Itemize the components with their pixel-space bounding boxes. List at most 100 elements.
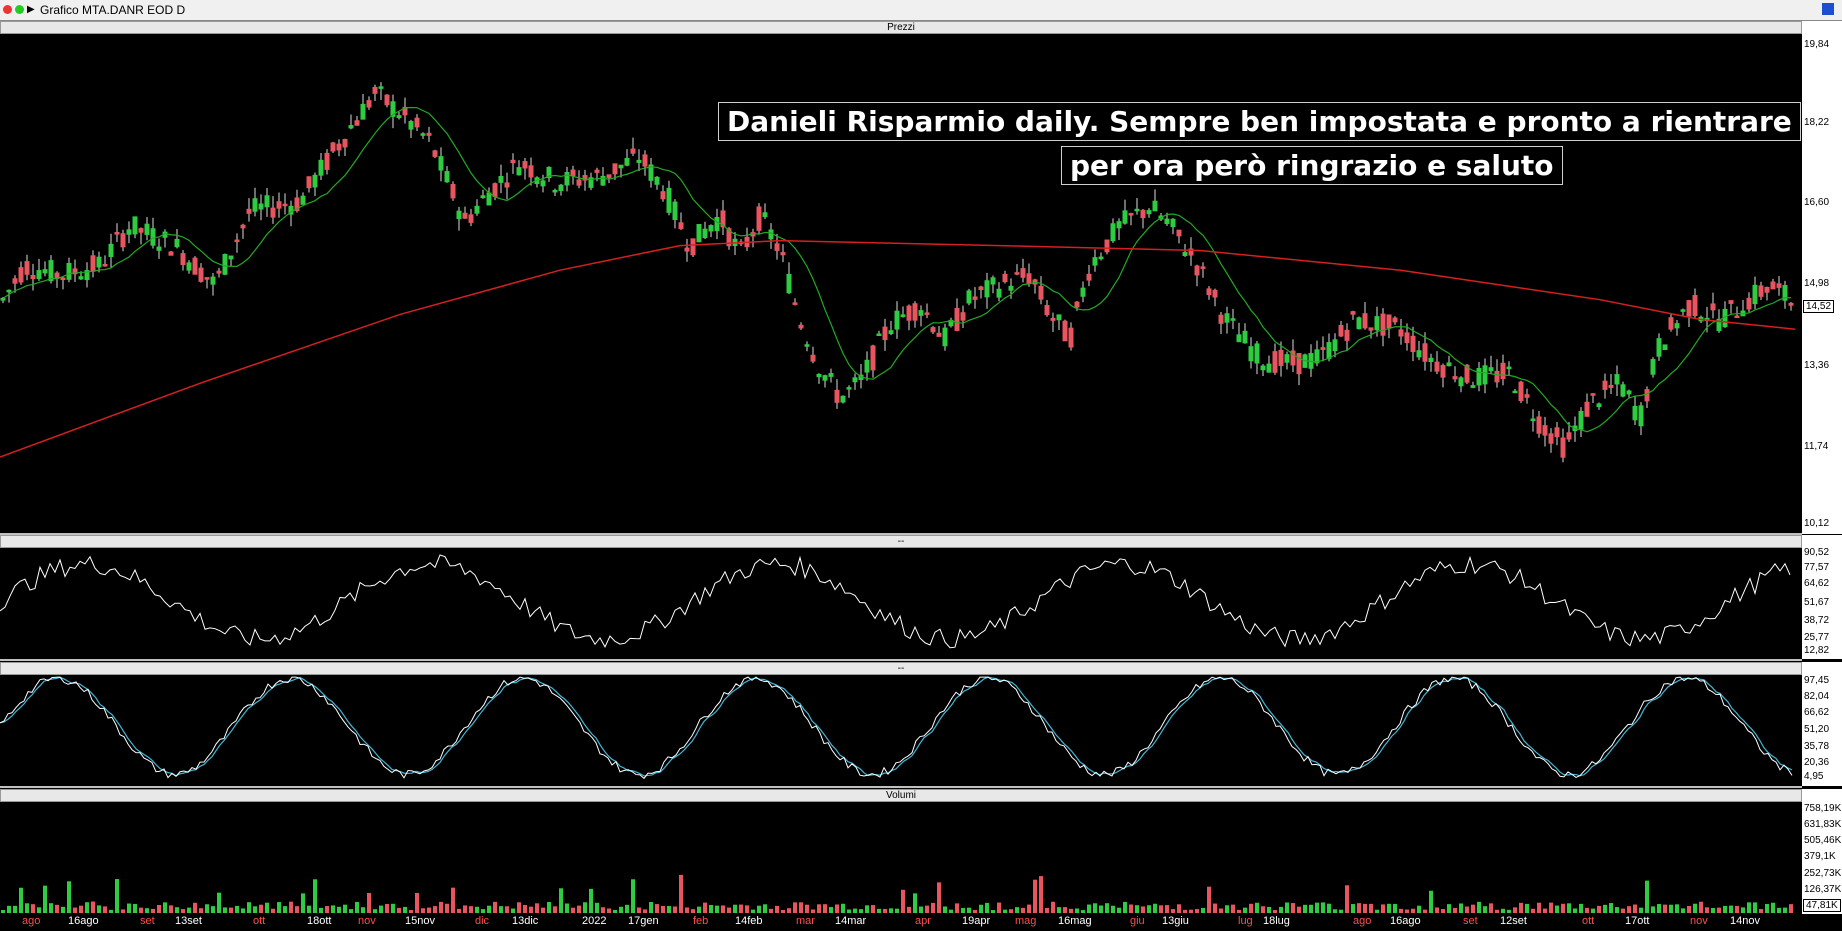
volume-bar [277,902,281,913]
volume-bar [1579,903,1583,913]
volume-bar [1771,902,1775,913]
candle-body [1590,393,1596,396]
oscillator-axis: 90,52 77,57 64,62 51,67 38,72 25,77 12,82 [1802,535,1842,659]
axis-tick-label: 631,83K [1804,819,1842,830]
candle-body [624,158,630,166]
volume-bar [421,908,425,913]
axis-tick-label: 16,60 [1804,197,1830,208]
volume-bar [829,907,833,913]
candle-body [768,229,774,240]
volume-bar [1711,907,1715,913]
candle-body [408,121,414,130]
candle-body [540,180,546,187]
volume-bar [1153,903,1157,913]
candle-body [210,276,216,285]
volume-bar [691,909,695,913]
candle-body [132,216,138,235]
volume-bar [1465,906,1469,913]
volume-bar [1609,903,1613,913]
candle-body [1146,210,1152,215]
annotation-line-2[interactable]: per ora però ringrazio e saluto [1061,146,1563,185]
volume-bar [1189,909,1193,913]
candle-body [1422,343,1428,362]
axis-tick-label: 10,12 [1804,518,1830,529]
volume-bar [1567,903,1571,913]
candle-body [1692,295,1698,317]
volume-bar [181,909,185,913]
volume-bar [1765,903,1769,913]
volume-bar [31,904,35,913]
annotation-line-1[interactable]: Danieli Risparmio daily. Sempre ben impo… [718,102,1801,141]
candle-body [456,210,462,220]
volume-bar [739,904,743,913]
candle-body [1092,257,1098,266]
axis-tick-label: 51,20 [1804,724,1830,735]
axis-tick-label: 77,57 [1804,562,1830,573]
candle-body [804,344,810,347]
volume-bar [649,901,653,913]
volume-bar [865,905,869,913]
candle-body [1560,437,1566,458]
axis-tick-label: 97,45 [1804,675,1830,686]
date-tick-label: 15nov [405,915,435,927]
candle-body [1620,384,1626,397]
candle-body [1068,327,1074,348]
candle-body [486,192,492,206]
volume-bar [1495,909,1499,913]
date-tick-label: 14nov [1730,915,1760,927]
maximize-icon[interactable] [1822,3,1834,15]
volume-bar [595,902,599,913]
volume-bar [145,908,149,913]
candle-body [924,312,930,315]
candle-body [264,195,270,208]
volume-bar [1501,908,1505,913]
volume-bar [937,882,941,913]
date-tick-label: 14feb [735,915,763,927]
volume-bar [235,905,239,913]
volume-bar [607,908,611,913]
volume-bar [577,905,581,913]
volume-bar [1165,905,1169,913]
date-tick-label: 17ott [1625,915,1650,927]
axis-tick-label: 126,37K [1804,884,1842,895]
volume-bar [325,906,329,913]
candle-body [1080,287,1086,297]
candle-body [342,138,348,148]
volume-bar [1477,901,1481,913]
candle-body [1680,309,1686,312]
volume-bar [1093,903,1097,913]
volume-bar [775,905,779,913]
candle-body [1578,410,1584,430]
volume-bar [589,888,593,913]
candle-body [1104,239,1110,253]
candle-body [1176,229,1182,237]
candle-body [1500,362,1506,380]
candle-body [672,201,678,221]
date-tick-label: nov [358,915,376,927]
candle-body [1374,316,1380,331]
volume-bar [265,902,269,913]
date-tick-label: nov [1690,915,1708,927]
volume-bar [1525,903,1529,913]
candle-body [1260,365,1266,371]
volume-bar [541,907,545,913]
candle-body [552,189,558,193]
candle-body [1614,374,1620,385]
candle-body [1764,286,1770,293]
candle-body [1062,320,1068,342]
axis-tick-label: 13,36 [1804,360,1830,371]
volume-bar [367,892,371,913]
candle-body [318,159,324,176]
volume-bar [925,905,929,913]
volume-bar [529,906,533,913]
candle-body [864,359,870,373]
volume-bar [1009,909,1013,913]
volume-bar [1363,903,1367,913]
volume-bar [1777,907,1781,913]
candle-body [666,187,672,213]
volume-bar [1783,907,1787,913]
candle-body [300,195,306,205]
volume-bar [1069,908,1073,913]
date-tick-label: 16ago [68,915,99,927]
candle-body [1164,218,1170,225]
